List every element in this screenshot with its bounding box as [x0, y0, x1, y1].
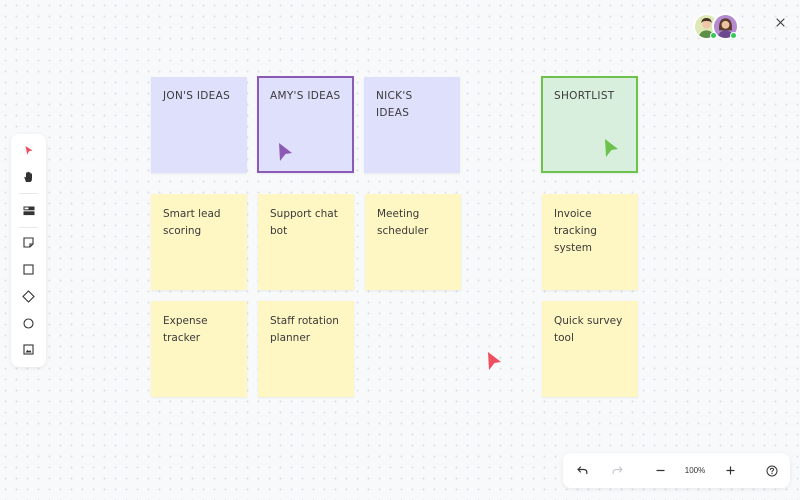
online-status-dot: [730, 32, 737, 39]
circle-icon: [23, 318, 34, 329]
zoom-level[interactable]: 100%: [680, 463, 710, 478]
sticky-note[interactable]: Staff rotation planner: [258, 301, 354, 397]
template-tool-button[interactable]: [18, 200, 39, 221]
rectangle-icon: [23, 264, 34, 275]
pointer-icon: [25, 146, 32, 155]
redo-icon: [612, 466, 623, 475]
diamond-tool-button[interactable]: [18, 286, 39, 307]
collaborator-avatars[interactable]: [693, 13, 741, 41]
template-icon: [23, 206, 34, 215]
sticky-note-text: Staff rotation planner: [270, 315, 339, 344]
sticky-note-text: Expense tracker: [163, 315, 208, 344]
hand-icon: [24, 171, 32, 182]
undo-button[interactable]: [574, 462, 591, 479]
sticky-note-text: Meeting scheduler: [377, 208, 429, 237]
sticky-note-text: Smart lead scoring: [163, 208, 221, 237]
redo-button[interactable]: [609, 462, 626, 479]
header-note-label: NICK'S IDEAS: [376, 90, 413, 119]
header-note-amy[interactable]: AMY'S IDEAS: [257, 76, 354, 173]
circle-tool-button[interactable]: [18, 313, 39, 334]
rectangle-tool-button[interactable]: [18, 259, 39, 280]
select-tool-button[interactable]: [18, 140, 39, 161]
sticky-note-text: Invoice tracking system: [554, 208, 597, 254]
sticky-note-text: Support chat bot: [270, 208, 338, 237]
zoom-toolbar: 100%: [563, 453, 790, 488]
collaborator-cursor-icon: [488, 352, 501, 370]
header-note-label: JON'S IDEAS: [163, 90, 231, 102]
sticky-note-icon: [23, 237, 34, 248]
header-note-jon[interactable]: JON'S IDEAS: [151, 77, 247, 173]
collaborator-cursor-icon: [605, 139, 618, 157]
sticky-note[interactable]: Support chat bot: [258, 194, 354, 290]
online-status-dot: [710, 32, 717, 39]
zoom-in-button[interactable]: [722, 462, 739, 479]
diamond-icon: [22, 290, 35, 303]
left-toolbar: [11, 134, 46, 367]
header-note-shortlist[interactable]: SHORTLIST: [541, 76, 638, 173]
sticky-note[interactable]: Smart lead scoring: [151, 194, 247, 290]
zoom-out-button[interactable]: [652, 462, 669, 479]
collaborator-cursor-icon: [279, 143, 292, 161]
sticky-note-tool-button[interactable]: [18, 232, 39, 253]
header-note-label: AMY'S IDEAS: [270, 90, 341, 102]
toolbar-divider: [19, 193, 38, 194]
hand-tool-button[interactable]: [18, 166, 39, 187]
image-icon: [23, 344, 34, 355]
close-button[interactable]: [772, 14, 788, 30]
undo-icon: [577, 466, 588, 475]
image-tool-button[interactable]: [18, 339, 39, 360]
header-note-label: SHORTLIST: [554, 90, 615, 102]
help-button[interactable]: [763, 462, 780, 479]
plus-icon: [726, 466, 735, 475]
toolbar-divider: [19, 227, 38, 228]
close-icon: [775, 17, 785, 27]
sticky-note[interactable]: Expense tracker: [151, 301, 247, 397]
sticky-note[interactable]: Quick survey tool: [542, 301, 638, 397]
minus-icon: [656, 469, 665, 472]
header-note-nick[interactable]: NICK'S IDEAS: [364, 77, 460, 173]
sticky-note-text: Quick survey tool: [554, 315, 623, 344]
sticky-note[interactable]: Invoice tracking system: [542, 194, 638, 290]
help-icon: [766, 465, 777, 476]
sticky-note[interactable]: Meeting scheduler: [365, 194, 461, 290]
